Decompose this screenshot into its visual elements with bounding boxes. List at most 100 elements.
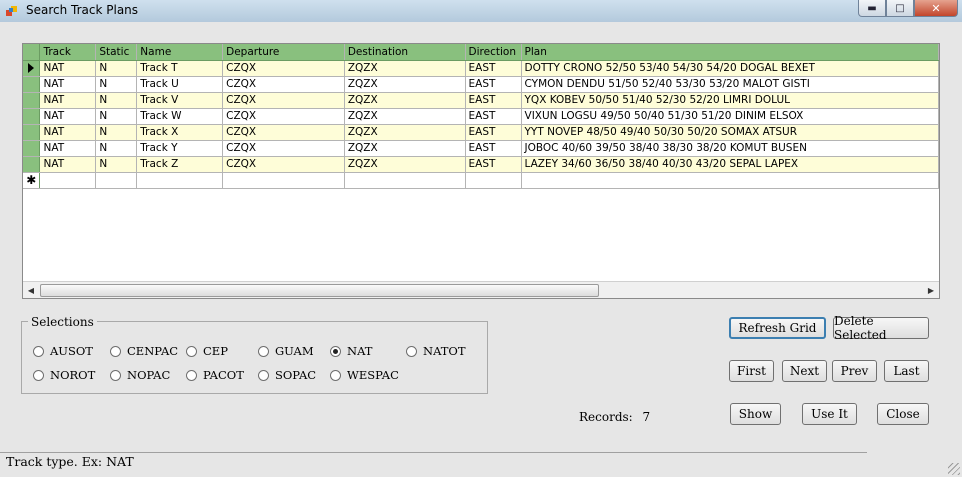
table-row[interactable]: NAT N Track X CZQX ZQZX EAST YYT NOVEP 4…	[23, 124, 940, 141]
new-row-selector[interactable]: ✱	[23, 172, 41, 189]
cell-direction[interactable]: EAST	[465, 156, 522, 173]
cell-plan[interactable]: YYT NOVEP 48/50 49/40 50/30 50/20 SOMAX …	[521, 124, 940, 141]
radio-norot-indicator[interactable]	[33, 369, 44, 381]
radio-cenpac[interactable]: CENPAC	[110, 344, 178, 358]
cell-plan[interactable]: LAZEY 34/60 36/50 38/40 40/30 43/20 SEPA…	[521, 156, 940, 173]
track-plans-grid[interactable]: Track Static Name Departure Destination …	[22, 43, 940, 299]
table-row[interactable]: NAT N Track Z CZQX ZQZX EAST LAZEY 34/60…	[23, 156, 940, 173]
cell-direction[interactable]: EAST	[465, 140, 522, 157]
last-button[interactable]: Last	[884, 360, 929, 382]
row-selector[interactable]	[23, 156, 41, 173]
cell-direction[interactable]: EAST	[465, 108, 522, 125]
cell-departure[interactable]: CZQX	[222, 60, 345, 77]
cell-track[interactable]: NAT	[39, 108, 97, 125]
new-row[interactable]: ✱	[23, 172, 940, 189]
cell-static[interactable]: N	[95, 124, 138, 141]
radio-wespac-indicator[interactable]	[330, 369, 341, 381]
column-header-plan[interactable]: Plan	[521, 44, 940, 61]
cell-name[interactable]: Track Y	[136, 140, 224, 157]
cell-direction[interactable]	[465, 172, 522, 189]
close-button[interactable]: Close	[877, 403, 929, 425]
radio-guam[interactable]: GUAM	[258, 344, 314, 358]
cell-plan[interactable]: JOBOC 40/60 39/50 38/40 38/30 38/20 KOMU…	[521, 140, 940, 157]
column-header-track[interactable]: Track	[39, 44, 97, 61]
table-row[interactable]: NAT N Track T CZQX ZQZX EAST DOTTY CRONO…	[23, 60, 940, 77]
cell-track[interactable]: NAT	[39, 140, 97, 157]
cell-direction[interactable]: EAST	[465, 60, 522, 77]
delete-selected-button[interactable]: Delete Selected	[833, 314, 929, 342]
cell-track[interactable]: NAT	[39, 124, 97, 141]
radio-nopac[interactable]: NOPAC	[110, 368, 170, 382]
cell-name[interactable]: Track T	[136, 60, 224, 77]
cell-plan[interactable]: CYMON DENDU 51/50 52/40 53/30 53/20 MALO…	[521, 76, 940, 93]
next-button[interactable]: Next	[782, 360, 827, 382]
prev-button[interactable]: Prev	[832, 360, 877, 382]
radio-natot[interactable]: NATOT	[406, 344, 466, 358]
cell-name[interactable]: Track W	[136, 108, 224, 125]
table-row[interactable]: NAT N Track V CZQX ZQZX EAST YQX KOBEV 5…	[23, 92, 940, 109]
cell-name[interactable]: Track X	[136, 124, 224, 141]
cell-destination[interactable]: ZQZX	[344, 140, 466, 157]
radio-wespac[interactable]: WESPAC	[330, 368, 399, 382]
cell-destination[interactable]: ZQZX	[344, 92, 466, 109]
cell-name[interactable]: Track Z	[136, 156, 224, 173]
cell-track[interactable]: NAT	[39, 60, 97, 77]
radio-nat-indicator-selected[interactable]	[330, 345, 341, 357]
radio-ausot[interactable]: AUSOT	[33, 344, 93, 358]
table-row[interactable]: NAT N Track Y CZQX ZQZX EAST JOBOC 40/60…	[23, 140, 940, 157]
cell-destination[interactable]: ZQZX	[344, 108, 466, 125]
cell-static[interactable]	[95, 172, 138, 189]
column-header-name[interactable]: Name	[136, 44, 224, 61]
row-selector[interactable]	[23, 76, 41, 93]
cell-departure[interactable]: CZQX	[222, 108, 345, 125]
cell-direction[interactable]: EAST	[465, 124, 522, 141]
radio-guam-indicator[interactable]	[258, 345, 269, 357]
cell-static[interactable]: N	[95, 76, 138, 93]
cell-track[interactable]	[39, 172, 97, 189]
cell-departure[interactable]: CZQX	[222, 92, 345, 109]
cell-track[interactable]: NAT	[39, 92, 97, 109]
table-row[interactable]: NAT N Track W CZQX ZQZX EAST VIXUN LOGSU…	[23, 108, 940, 125]
radio-sopac[interactable]: SOPAC	[258, 368, 316, 382]
row-selector[interactable]	[23, 108, 41, 125]
cell-track[interactable]: NAT	[39, 76, 97, 93]
column-header-direction[interactable]: Direction	[465, 44, 522, 61]
show-button[interactable]: Show	[730, 403, 781, 425]
radio-ausot-indicator[interactable]	[33, 345, 44, 357]
cell-departure[interactable]	[222, 172, 345, 189]
scroll-right-button[interactable]: ▶	[923, 282, 939, 298]
cell-static[interactable]: N	[95, 60, 138, 77]
cell-plan[interactable]: YQX KOBEV 50/50 51/40 52/30 52/20 LIMRI …	[521, 92, 940, 109]
cell-destination[interactable]: ZQZX	[344, 156, 466, 173]
radio-nopac-indicator[interactable]	[110, 369, 121, 381]
row-selector[interactable]	[23, 124, 41, 141]
cell-departure[interactable]: CZQX	[222, 124, 345, 141]
cell-direction[interactable]: EAST	[465, 92, 522, 109]
radio-norot[interactable]: NOROT	[33, 368, 95, 382]
scrollbar-thumb[interactable]	[40, 284, 599, 297]
cell-static[interactable]: N	[95, 92, 138, 109]
cell-destination[interactable]: ZQZX	[344, 124, 466, 141]
minimize-button[interactable]: ▬	[858, 0, 886, 17]
use-it-button[interactable]: Use It	[802, 403, 857, 425]
horizontal-scrollbar[interactable]: ◀ ▶	[23, 281, 939, 298]
window-close-button[interactable]: ✕	[914, 0, 958, 17]
table-row[interactable]: NAT N Track U CZQX ZQZX EAST CYMON DENDU…	[23, 76, 940, 93]
row-selector[interactable]	[23, 92, 41, 109]
cell-track[interactable]: NAT	[39, 156, 97, 173]
radio-cenpac-indicator[interactable]	[110, 345, 121, 357]
row-selector[interactable]	[23, 140, 41, 157]
radio-pacot-indicator[interactable]	[186, 369, 197, 381]
grid-corner-cell[interactable]	[23, 44, 41, 61]
cell-plan[interactable]: DOTTY CRONO 52/50 53/40 54/30 54/20 DOGA…	[521, 60, 940, 77]
scroll-left-button[interactable]: ◀	[23, 282, 39, 298]
cell-name[interactable]	[136, 172, 224, 189]
title-bar[interactable]: Search Track Plans ▬ □ ✕	[0, 0, 962, 22]
cell-direction[interactable]: EAST	[465, 76, 522, 93]
radio-cep-indicator[interactable]	[186, 345, 197, 357]
cell-static[interactable]: N	[95, 140, 138, 157]
cell-name[interactable]: Track V	[136, 92, 224, 109]
first-button[interactable]: First	[729, 360, 774, 382]
column-header-destination[interactable]: Destination	[344, 44, 466, 61]
cell-destination[interactable]: ZQZX	[344, 76, 466, 93]
